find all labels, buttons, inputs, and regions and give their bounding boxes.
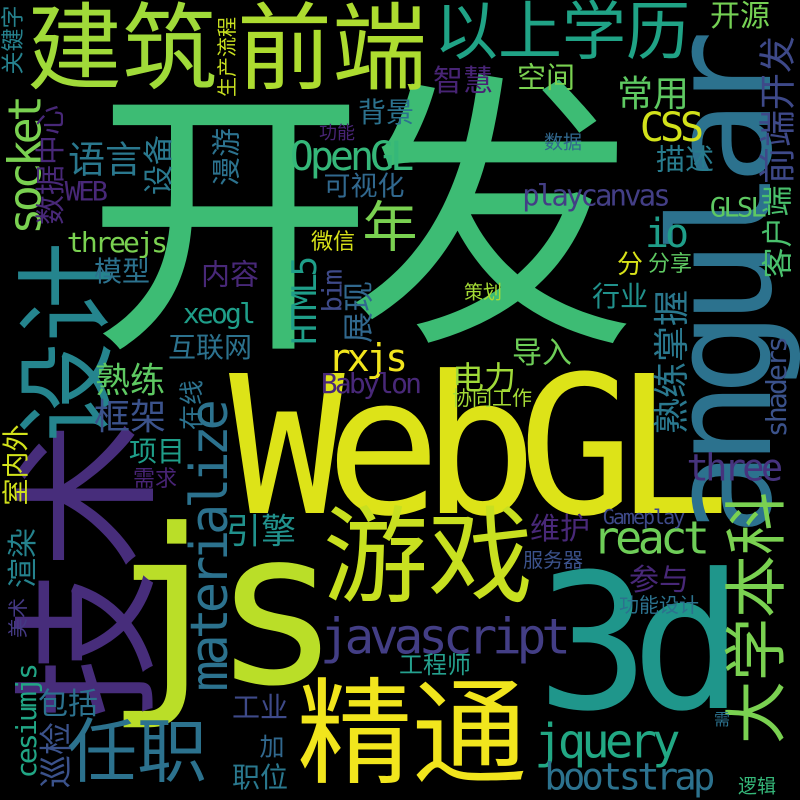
cloud-word: 职位 [231,761,289,794]
cloud-word: 精通 [296,667,528,800]
cloud-word: 漫游 [209,127,244,187]
cloud-word: 渲染 [6,528,41,588]
cloud-word: 框架 [93,397,167,438]
cloud-word: 加 [259,732,285,762]
cloud-word: GLSL [709,192,767,224]
cloud-word: three [686,446,784,490]
cloud-word: io [644,211,689,257]
cloud-word: 项目 [128,435,186,468]
cloud-word: 行业 [591,280,649,313]
cloud-word: 游戏 [322,496,534,619]
cloud-word: 建筑 [26,0,218,105]
cloud-word: xeogl [182,297,256,330]
cloud-word: 熟练 [94,361,166,402]
cloud-word: 维护 [530,512,590,547]
cloud-word: 数据中心 [34,105,69,225]
cloud-word: 年 [362,195,418,260]
cloud-word: threejs [66,226,168,259]
cloud-word: 熟练掌握 [652,289,693,435]
cloud-word: Babylon [320,367,422,400]
cloud-word: 生产流程 [215,17,239,97]
cloud-word: shaders [760,338,793,438]
cloud-word: 模型 [93,255,151,288]
cloud-word: 数据 [543,131,583,154]
cloud-word: 分 [616,250,644,280]
cloud-word: 前端开发 [756,36,800,184]
cloud-word: 参与 [629,563,689,598]
cloud-word: 在线 [177,379,207,431]
cloud-word: 美术 [6,598,30,638]
cloud-word: 逻辑 [737,775,777,798]
word-cloud: 开 发 WebGL js 3d angular 技术 设计 建筑 前端 以上学历… [0,0,800,800]
cloud-word: 引擎 [225,512,297,553]
cloud-word: 设备 [142,135,177,195]
cloud-word: 展现 [341,281,378,343]
cloud-word: 分享 [647,252,693,277]
cloud-word: 需 [713,710,731,729]
cloud-word: 策划 [463,281,503,304]
cloud-word: 空间 [516,60,576,95]
cloud-word: WEB [64,176,108,208]
cloud-word: 开源 [710,0,770,34]
cloud-word: 大学本科 [720,492,794,744]
cloud-word: 工业 [231,691,289,724]
cloud-word: 客户端 [760,185,797,279]
cloud-word: playcanvas [522,178,671,213]
cloud-word: 任职 [67,711,207,793]
cloud-word: 关键字 [0,5,27,75]
cloud-word: 巡检 [36,722,76,788]
cloud-word: 微信 [310,230,356,255]
cloud-word: 协同工作 [452,386,532,410]
cloud-word: 前端 [236,0,428,105]
cloud-word: 智慧 [433,64,493,99]
cloud-word: 互联网 [167,331,253,364]
cloud-word: 语言 [68,138,142,182]
cloud-word: 背景 [357,96,415,129]
cloud-word: Gameplay [602,505,685,529]
cloud-word: 包括 [38,687,98,722]
cloud-word: 需求 [132,467,178,492]
cloud-word: 以上学历 [434,0,690,70]
cloud-word: 描述 [655,142,715,177]
cloud-word: 内容 [200,257,260,292]
cloud-word: 功能设计 [619,593,699,617]
cloud-word: bootstrap [544,755,715,799]
cloud-word: 室内外 [1,424,33,506]
cloud-word: 导入 [512,336,572,371]
